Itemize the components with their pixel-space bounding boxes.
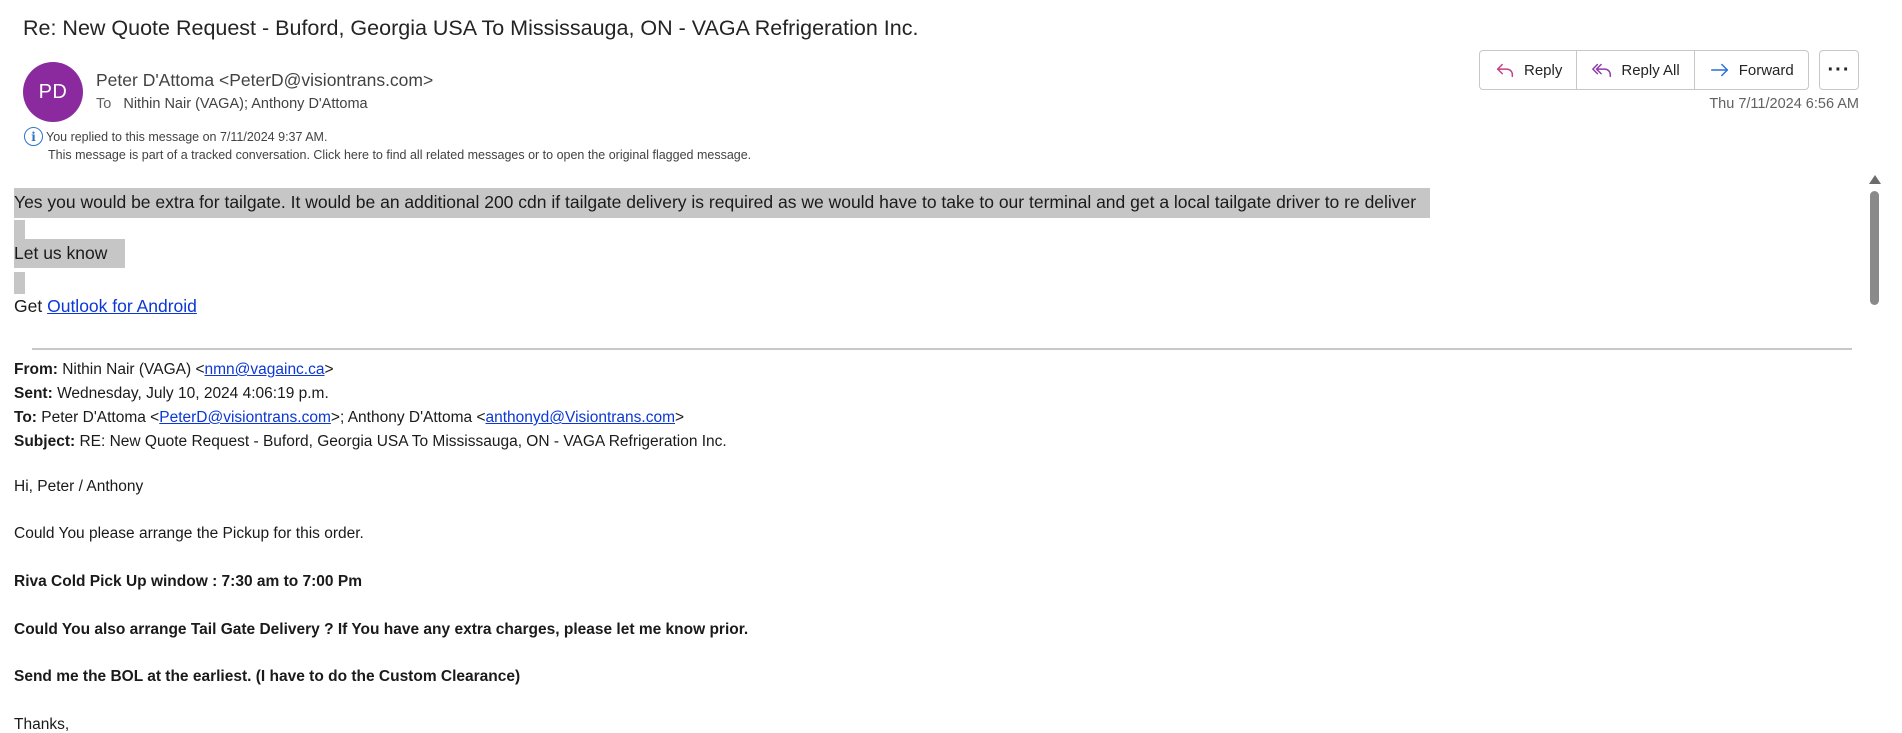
quoted-line-2: Riva Cold Pick Up window : 7:30 am to 7:…: [14, 573, 362, 590]
message-actions: Reply Reply All Forward: [1479, 50, 1809, 90]
to-label: To: [96, 96, 112, 112]
to-name-1: Peter D'Attoma <: [41, 409, 160, 426]
sent-value: Wednesday, July 10, 2024 4:06:19 p.m.: [57, 385, 329, 402]
quoted-subject-label: Subject:: [14, 433, 76, 450]
quoted-line-3: Could You also arrange Tail Gate Deliver…: [14, 621, 749, 638]
from-name: Nithin Nair (VAGA) <: [62, 361, 205, 378]
sender-avatar[interactable]: PD: [23, 62, 83, 122]
to-separator: >; Anthony D'Attoma <: [330, 409, 486, 426]
to-email-link-2[interactable]: anthonyd@Visiontrans.com: [486, 409, 676, 426]
reply-all-icon: [1592, 63, 1612, 78]
sent-label: Sent:: [14, 385, 53, 402]
get-prefix: Get: [14, 296, 43, 316]
reply-all-button[interactable]: Reply All: [1577, 51, 1695, 89]
from-email-link[interactable]: nmn@vagainc.ca: [205, 361, 325, 378]
to-recipients[interactable]: Nithin Nair (VAGA); Anthony D'Attoma: [123, 96, 367, 112]
reply-paragraph-1: Yes you would be extra for tailgate. It …: [14, 188, 1431, 218]
quoted-from: From: Nithin Nair (VAGA) <nmn@vagainc.ca…: [14, 358, 727, 382]
reply-icon: [1496, 63, 1514, 78]
quoted-greeting: Hi, Peter / Anthony: [14, 478, 144, 495]
forward-label: Forward: [1738, 61, 1794, 79]
quoted-to: To: Peter D'Attoma <PeterD@visiontrans.c…: [14, 406, 727, 430]
forward-icon: [1710, 63, 1728, 77]
quoted-header: From: Nithin Nair (VAGA) <nmn@vagainc.ca…: [14, 358, 727, 454]
quoted-line-1: Could You please arrange the Pickup for …: [14, 525, 364, 542]
reply-button[interactable]: Reply: [1480, 51, 1578, 89]
quoted-closing: Thanks,: [14, 716, 70, 733]
signature-line: Get Outlook for Android: [14, 296, 197, 317]
reply-paragraph-1-text: Yes you would be extra for tailgate. It …: [14, 188, 1431, 218]
email-subject: Re: New Quote Request - Buford, Georgia …: [23, 16, 919, 40]
quoted-subject-value: RE: New Quote Request - Buford, Georgia …: [79, 433, 727, 450]
quoted-sent: Sent: Wednesday, July 10, 2024 4:06:19 p…: [14, 382, 727, 406]
info-icon: i: [24, 127, 43, 146]
reply-all-label: Reply All: [1621, 61, 1680, 79]
reply-paragraph-2-text: Let us know: [14, 239, 126, 268]
sender-name[interactable]: Peter D'Attoma <PeterD@visiontrans.com>: [96, 70, 433, 91]
quoted-to-label: To:: [14, 409, 37, 426]
more-actions-button[interactable]: ···: [1819, 50, 1859, 90]
vertical-scrollbar[interactable]: [1866, 175, 1884, 733]
received-date: Thu 7/11/2024 6:56 AM: [1709, 96, 1859, 112]
scroll-thumb[interactable]: [1870, 191, 1879, 305]
from-label: From:: [14, 361, 58, 378]
selection-highlight: [14, 272, 25, 294]
quoted-subject: Subject: RE: New Quote Request - Buford,…: [14, 430, 727, 454]
replied-notice-text: You replied to this message on 7/11/2024…: [46, 129, 328, 144]
recipients-line: To Nithin Nair (VAGA); Anthony D'Attoma: [96, 96, 368, 112]
from-close: >: [324, 361, 334, 378]
reply-paragraph-2: Let us know: [14, 239, 126, 268]
tracked-conversation-notice[interactable]: This message is part of a tracked conver…: [48, 148, 751, 162]
replied-notice: i You replied to this message on 7/11/20…: [24, 127, 327, 146]
to-email-link-1[interactable]: PeterD@visiontrans.com: [159, 409, 331, 426]
forward-button[interactable]: Forward: [1695, 51, 1808, 89]
reply-label: Reply: [1524, 61, 1563, 79]
scroll-up-arrow-icon[interactable]: [1869, 175, 1881, 184]
outlook-android-link[interactable]: Outlook for Android: [47, 296, 197, 316]
reading-pane: Re: New Quote Request - Buford, Georgia …: [0, 0, 1902, 733]
quoted-line-4: Send me the BOL at the earliest. (I have…: [14, 668, 521, 685]
quoted-divider: [32, 348, 1852, 350]
to-close: >: [675, 409, 685, 426]
